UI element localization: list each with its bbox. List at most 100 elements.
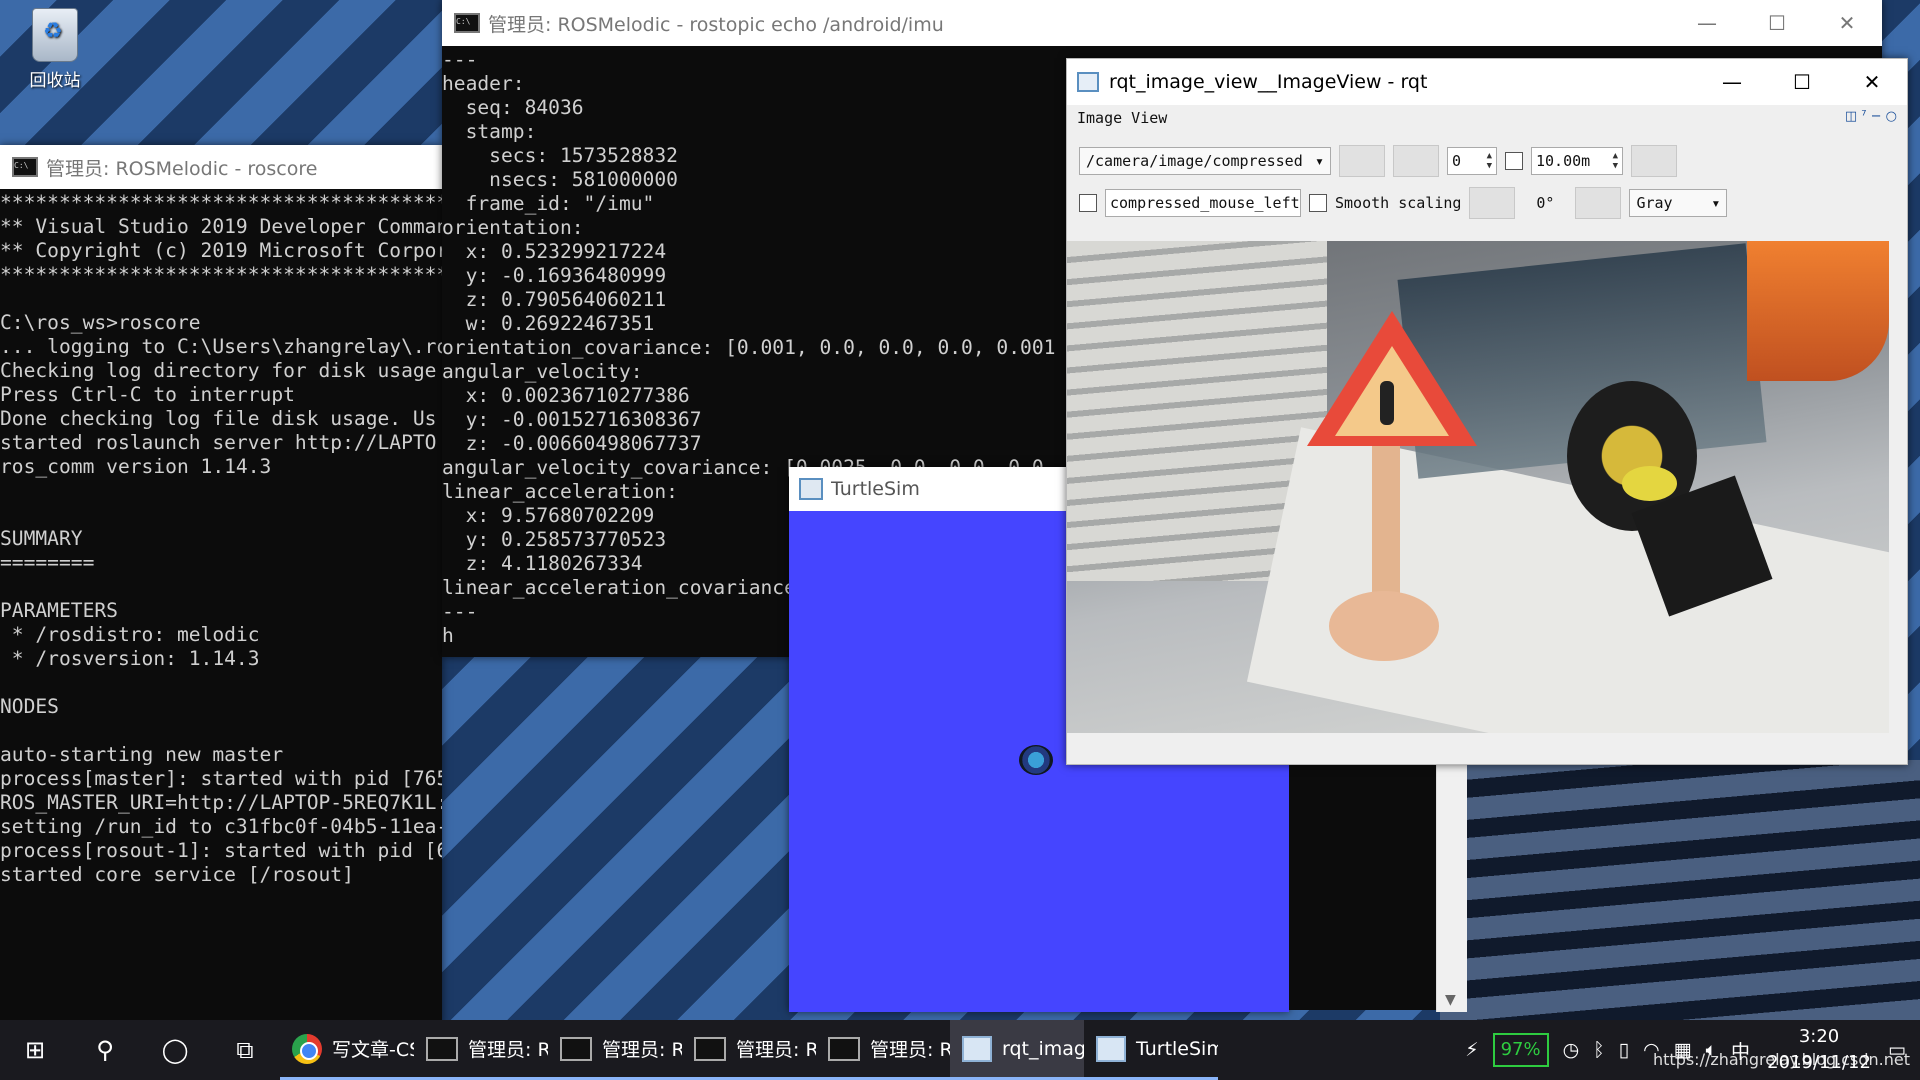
- clock-time: 3:20: [1798, 1026, 1840, 1047]
- taskbar-app-label: 写文章-CS...: [332, 1039, 414, 1061]
- recycle-bin-shortcut[interactable]: 回收站: [18, 8, 92, 91]
- cmd-icon: C:\: [454, 13, 480, 33]
- image-sign-base: [1329, 591, 1439, 661]
- spin-arrows-icon[interactable]: ▲ ▼: [1613, 151, 1618, 171]
- rotate-left-button[interactable]: [1469, 187, 1516, 219]
- smooth-scaling-checkbox[interactable]: [1309, 194, 1327, 212]
- console-line: SUMMARY: [0, 527, 83, 550]
- console-line: Checking log directory for disk usage: [0, 359, 437, 382]
- cmd-icon: [560, 1036, 592, 1061]
- timeout-value: 10.00m: [1536, 152, 1591, 170]
- start-button[interactable]: ⊞: [0, 1020, 70, 1080]
- cortana-circle-icon: ◯: [161, 1036, 189, 1064]
- smooth-scaling-label: Smooth scaling: [1335, 194, 1462, 212]
- pane-label: Image View: [1077, 109, 1168, 127]
- camera-image-view[interactable]: [1067, 241, 1889, 733]
- clock-app-icon[interactable]: ◷: [1563, 1039, 1580, 1061]
- power-plug-icon[interactable]: ⚡: [1465, 1039, 1478, 1061]
- close-button[interactable]: ✕: [1837, 70, 1907, 94]
- pane-controls[interactable]: ◫ ⁷ − ○: [1845, 109, 1897, 124]
- console-line: started roslaunch server http://LAPTO: [0, 431, 437, 454]
- mouse-topic-input[interactable]: compressed_mouse_left: [1105, 189, 1301, 217]
- roscore-window-title: 管理员: ROSMelodic - roscore: [46, 157, 318, 180]
- taskbar-app-label: TurtleSim: [1136, 1037, 1218, 1060]
- desktop-wallpaper-detail: [1440, 760, 1920, 1020]
- spin-arrows-icon[interactable]: ▲ ▼: [1487, 151, 1492, 171]
- color-mode-select[interactable]: Gray ▾: [1629, 189, 1728, 217]
- watermark: https://zhangrelay.blog.csdn.net: [1653, 1050, 1910, 1069]
- spin-box[interactable]: 0 ▲ ▼: [1447, 147, 1497, 175]
- console-line: ****************************************…: [0, 263, 442, 286]
- refresh-topics-button[interactable]: [1339, 145, 1385, 177]
- cortana-button[interactable]: ◯: [140, 1020, 210, 1080]
- cmd-icon: [828, 1036, 860, 1061]
- taskbar-app-label: 管理员: R...: [468, 1039, 548, 1061]
- chevron-down-icon: ▾: [1314, 152, 1324, 170]
- console-line: auto-starting new master: [0, 743, 284, 766]
- recycle-bin-label: 回收站: [29, 71, 81, 91]
- rotate-right-button[interactable]: [1575, 187, 1622, 219]
- save-image-button[interactable]: [1631, 145, 1677, 177]
- taskbar-app-button[interactable]: 写文章-CS...: [280, 1020, 414, 1080]
- spin-box-value: 0: [1452, 152, 1462, 170]
- image-orange-object: [1747, 241, 1889, 381]
- rqt-app-icon: [1077, 72, 1099, 92]
- roscore-console-output[interactable]: ****************************************…: [0, 189, 442, 1025]
- topic-select[interactable]: /camera/image/compressed ▾: [1079, 147, 1331, 175]
- taskbar: ⊞ ⚲ ◯ ⧉ 写文章-CS... 管理员: R... 管理员: R... 管理员: …: [0, 1020, 1920, 1080]
- console-line: PARAMETERS: [0, 599, 118, 622]
- publish-mouse-checkbox[interactable]: [1079, 194, 1097, 212]
- taskbar-app-label: 管理员: R...: [736, 1039, 816, 1061]
- task-view-icon: ⧉: [236, 1036, 254, 1064]
- taskbar-app-list: 写文章-CS... 管理员: R... 管理员: R... 管理员: R... 管理员:…: [280, 1020, 1218, 1080]
- bluetooth-icon[interactable]: ᛒ: [1593, 1039, 1604, 1061]
- roscore-console-window[interactable]: C:\ 管理员: ROSMelodic - roscore **********…: [0, 145, 442, 1025]
- console-line: ROS_MASTER_URI=http://LAPTOP-5REQ7K1L:11…: [0, 791, 442, 814]
- taskbar-app-label: 管理员: R...: [870, 1039, 950, 1061]
- window-icon: [962, 1035, 992, 1062]
- rqt-image-view-window[interactable]: rqt_image_view__ImageView - rqt — ☐ ✕ Im…: [1066, 58, 1908, 765]
- taskbar-app-button[interactable]: 管理员: R...: [682, 1020, 816, 1080]
- console-line: started core service [/rosout]: [0, 863, 354, 886]
- taskbar-app-button[interactable]: rqt_imag...: [950, 1020, 1084, 1080]
- usb-icon[interactable]: ▯: [1619, 1039, 1629, 1061]
- scroll-down-arrow-icon[interactable]: ▼: [1445, 992, 1456, 1008]
- maximize-button[interactable]: ☐: [1767, 70, 1837, 94]
- cmd-icon: [694, 1036, 726, 1061]
- maximize-button[interactable]: ☐: [1742, 11, 1812, 35]
- close-button[interactable]: ✕: [1812, 11, 1882, 35]
- console-background-strip: [1289, 760, 1436, 1010]
- console-line: process[rosout-1]: started with pid [614…: [0, 839, 442, 862]
- search-button[interactable]: ⚲: [70, 1020, 140, 1080]
- timeout-spin-box[interactable]: 10.00m ▲ ▼: [1531, 147, 1623, 175]
- taskbar-app-button[interactable]: 管理员: R...: [414, 1020, 548, 1080]
- taskbar-app-button[interactable]: 管理员: R...: [816, 1020, 950, 1080]
- console-line: * /rosversion: 1.14.3: [0, 647, 260, 670]
- imu-titlebar[interactable]: C:\ 管理员: ROSMelodic - rostopic echo /and…: [442, 0, 1882, 46]
- zoom-fit-button[interactable]: [1393, 145, 1439, 177]
- windows-logo-icon: ⊞: [24, 1036, 46, 1064]
- color-mode-value: Gray: [1636, 194, 1673, 212]
- chrome-icon: [292, 1033, 322, 1064]
- rqt-titlebar[interactable]: rqt_image_view__ImageView - rqt — ☐ ✕: [1067, 59, 1907, 105]
- taskbar-app-button[interactable]: TurtleSim: [1084, 1020, 1218, 1080]
- console-line: ** Visual Studio 2019 Developer Command …: [0, 215, 442, 238]
- minimize-button[interactable]: —: [1672, 11, 1742, 35]
- roscore-titlebar[interactable]: C:\ 管理员: ROSMelodic - roscore: [0, 145, 442, 189]
- console-line: ros_comm version 1.14.3: [0, 455, 272, 478]
- dynamic-range-checkbox[interactable]: [1505, 152, 1523, 170]
- task-view-button[interactable]: ⧉: [210, 1020, 280, 1080]
- console-scrollbar[interactable]: ▼: [1436, 760, 1467, 1012]
- minimize-button[interactable]: —: [1697, 70, 1767, 94]
- battery-indicator[interactable]: 97%: [1492, 1033, 1549, 1067]
- mouse-toolbar: compressed_mouse_left Smooth scaling 0° …: [1079, 187, 1728, 219]
- search-icon: ⚲: [96, 1036, 114, 1064]
- console-line: ****************************************…: [0, 191, 442, 214]
- console-line: Press Ctrl-C to interrupt: [0, 383, 295, 406]
- taskbar-app-button[interactable]: 管理员: R...: [548, 1020, 682, 1080]
- turtlesim-app-icon: [799, 478, 823, 500]
